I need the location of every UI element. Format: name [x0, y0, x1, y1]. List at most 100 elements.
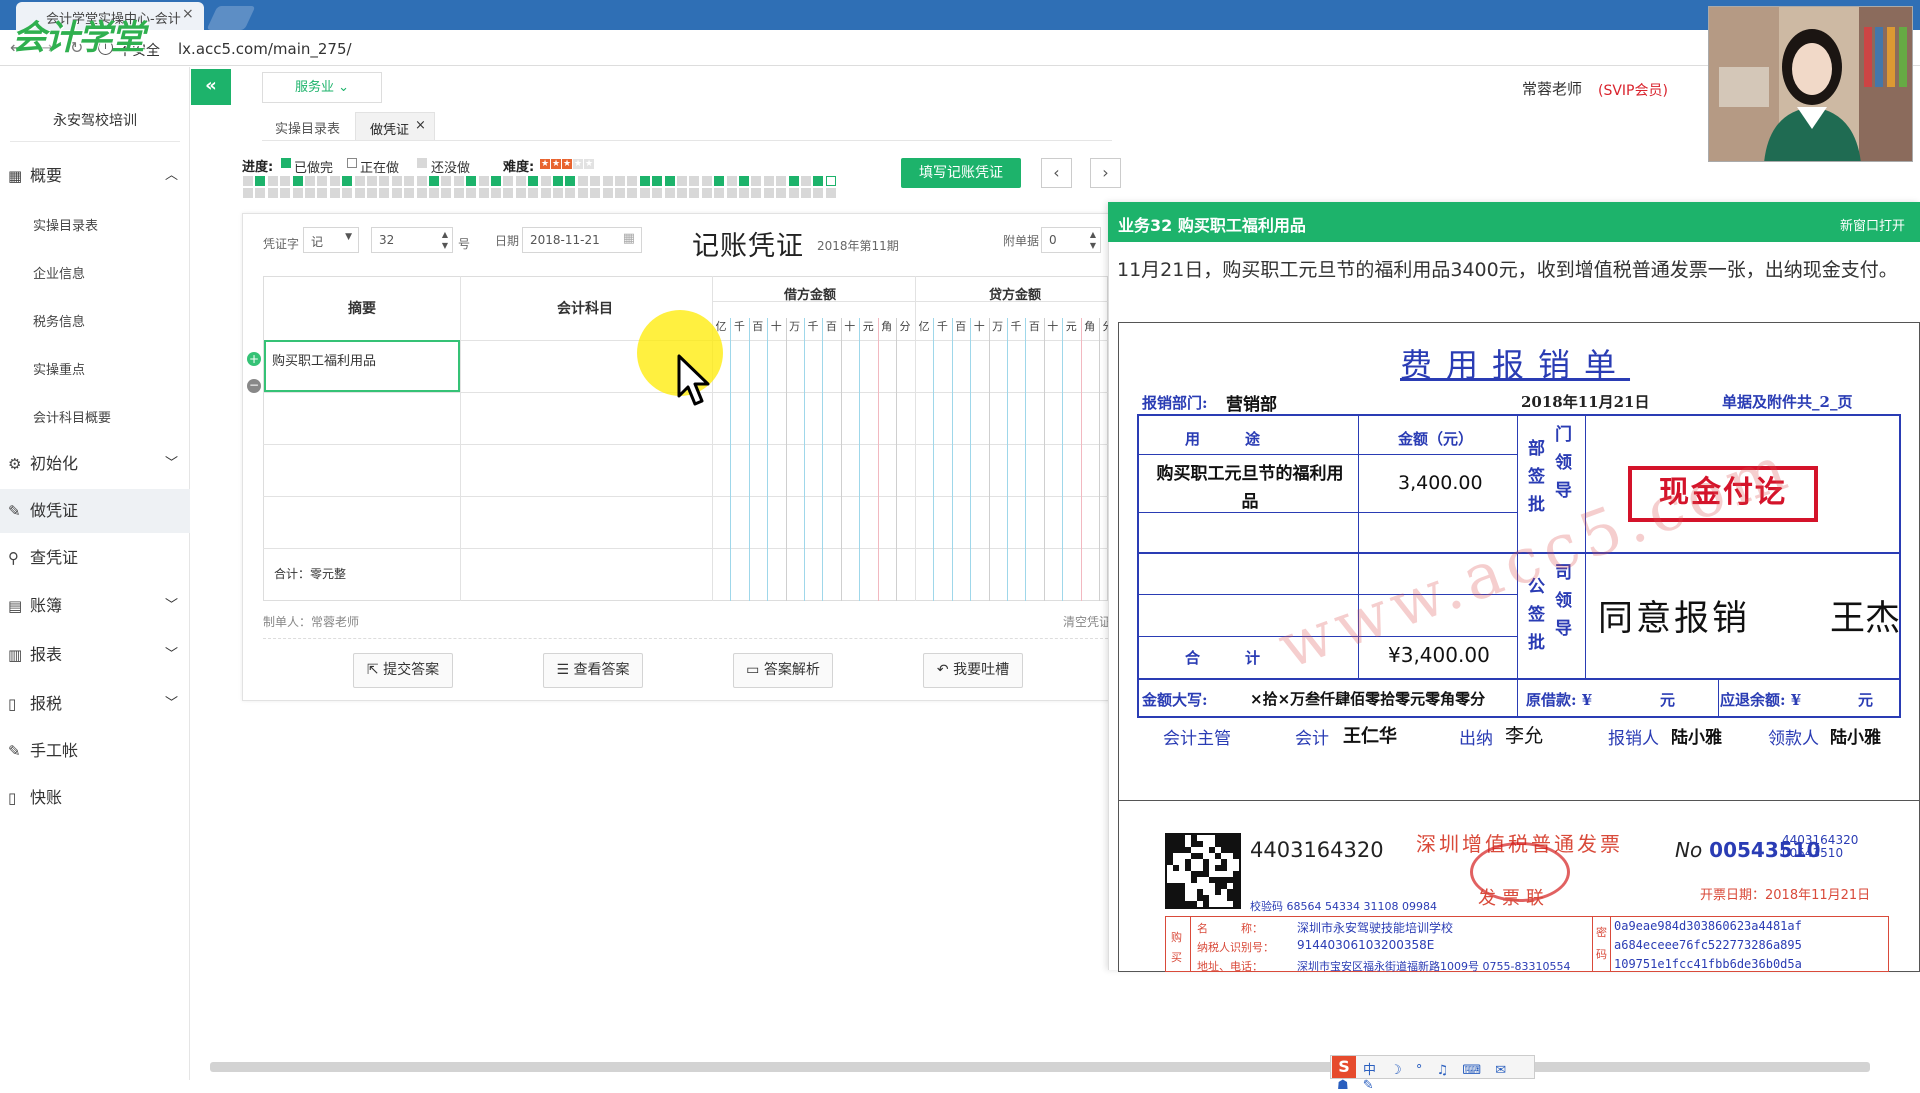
sidebar-subitem-keypoints[interactable]: 实操重点	[33, 359, 85, 378]
progress-cell[interactable]	[813, 188, 824, 198]
progress-cell[interactable]	[292, 176, 303, 186]
progress-cell[interactable]	[602, 176, 613, 186]
date-input[interactable]: 2018-11-21 ▦	[522, 227, 642, 253]
industry-select[interactable]: 服务业 ⌄	[262, 72, 382, 103]
voucher-word-select[interactable]: 记 ▼	[303, 227, 359, 253]
clear-voucher-link[interactable]: 清空凭证	[1063, 613, 1111, 630]
horizontal-scrollbar[interactable]	[210, 1062, 1870, 1072]
progress-cell[interactable]	[627, 176, 638, 186]
progress-cell[interactable]	[701, 176, 712, 186]
sidebar-item-tax-filing[interactable]: ▯ 报税 ﹀	[0, 682, 190, 726]
progress-cell[interactable]	[565, 176, 576, 186]
progress-cell[interactable]	[528, 188, 539, 198]
progress-cell[interactable]	[515, 176, 526, 186]
progress-cell[interactable]	[267, 176, 278, 186]
sidebar-subitem-catalog[interactable]: 实操目录表	[33, 215, 98, 234]
progress-cell[interactable]	[478, 176, 489, 186]
progress-cell[interactable]	[329, 176, 340, 186]
progress-cell[interactable]	[751, 188, 762, 198]
ime-toolbar[interactable]: 中 ☽ ° ♫ ⌨ ✉ ☗ ✎	[1330, 1055, 1535, 1093]
progress-cell[interactable]	[342, 188, 353, 198]
progress-cell[interactable]	[615, 188, 625, 198]
progress-cell[interactable]	[453, 176, 464, 186]
sidebar-item-quick[interactable]: ▯ 快账	[0, 776, 190, 820]
progress-cell[interactable]	[404, 188, 415, 198]
progress-cell[interactable]	[714, 188, 725, 198]
progress-cell[interactable]	[441, 188, 452, 198]
stepper-icon[interactable]: ▲ ▼	[1090, 229, 1096, 251]
progress-cell[interactable]	[602, 188, 613, 198]
progress-cell[interactable]	[615, 176, 625, 186]
new-window-link[interactable]: 新窗口打开	[1840, 215, 1905, 234]
progress-cell[interactable]	[453, 188, 464, 198]
progress-cell[interactable]	[577, 188, 588, 198]
sidebar-subitem-tax[interactable]: 税务信息	[33, 311, 85, 330]
progress-cell[interactable]	[590, 176, 601, 186]
progress-cell[interactable]	[664, 176, 675, 186]
progress-cell[interactable]	[540, 188, 551, 198]
sidebar-item-make-voucher[interactable]: ✎ 做凭证	[0, 489, 190, 533]
sogou-icon[interactable]: S	[1332, 1056, 1356, 1078]
progress-cell[interactable]	[639, 188, 650, 198]
summary-input[interactable]: 购买职工福利用品	[264, 340, 460, 392]
calendar-icon[interactable]: ▦	[623, 231, 635, 246]
tab-close-icon[interactable]: ×	[182, 6, 194, 22]
progress-cell[interactable]	[652, 176, 663, 186]
progress-cell[interactable]	[565, 188, 576, 198]
progress-cell[interactable]	[577, 176, 588, 186]
progress-cell[interactable]	[652, 188, 663, 198]
progress-cell[interactable]	[491, 188, 501, 198]
collapse-sidebar-button[interactable]: «	[191, 69, 231, 105]
progress-cell[interactable]	[317, 188, 328, 198]
prev-icon[interactable]: ‹	[1041, 158, 1072, 188]
progress-cell[interactable]	[292, 188, 303, 198]
progress-cell[interactable]	[590, 188, 601, 198]
progress-cell[interactable]	[776, 176, 787, 186]
progress-cell[interactable]	[367, 188, 377, 198]
stepper-icon[interactable]: ▲ ▼	[442, 229, 448, 251]
add-row-icon[interactable]: +	[247, 352, 261, 366]
progress-cell[interactable]	[528, 176, 539, 186]
progress-cell[interactable]	[354, 176, 365, 186]
progress-cell[interactable]	[726, 176, 737, 186]
progress-cell[interactable]	[813, 176, 824, 186]
progress-cell[interactable]	[342, 176, 353, 186]
progress-cell[interactable]	[515, 188, 526, 198]
progress-cell[interactable]	[243, 188, 253, 198]
progress-cell[interactable]	[491, 176, 501, 186]
progress-cell[interactable]	[788, 176, 799, 186]
progress-cell[interactable]	[553, 176, 563, 186]
progress-cell[interactable]	[305, 188, 315, 198]
sidebar-item-query-voucher[interactable]: ⚲ 查凭证	[0, 536, 190, 580]
sidebar-subitem-company[interactable]: 企业信息	[33, 263, 85, 282]
sidebar-item-reports[interactable]: ▥ 报表 ﹀	[0, 633, 190, 677]
view-answer-button[interactable]: ☰ 查看答案	[543, 653, 643, 688]
progress-cell[interactable]	[429, 188, 439, 198]
progress-cell[interactable]	[763, 176, 774, 186]
progress-cell[interactable]	[677, 188, 687, 198]
sidebar-item-overview[interactable]: ▦ 概要 ︿	[0, 154, 190, 198]
submit-answer-button[interactable]: ⇱ 提交答案	[353, 653, 453, 688]
progress-cell[interactable]	[416, 176, 427, 186]
progress-cell[interactable]	[354, 188, 365, 198]
tab-close-icon[interactable]: ×	[415, 118, 426, 133]
url-input[interactable]: lx.acc5.com/main_275/	[178, 40, 352, 58]
progress-cell[interactable]	[726, 188, 737, 198]
progress-cell[interactable]	[466, 176, 477, 186]
progress-cell[interactable]	[689, 176, 700, 186]
progress-cell[interactable]	[255, 188, 266, 198]
progress-cell[interactable]	[280, 188, 291, 198]
progress-cell[interactable]	[677, 176, 687, 186]
progress-cell[interactable]	[763, 188, 774, 198]
progress-cell[interactable]	[801, 176, 811, 186]
progress-cell[interactable]	[441, 176, 452, 186]
remove-row-icon[interactable]: −	[247, 379, 261, 393]
progress-cell[interactable]	[714, 176, 725, 186]
progress-cell[interactable]	[391, 176, 402, 186]
progress-cell[interactable]	[429, 176, 439, 186]
fill-voucher-button[interactable]: 填写记账凭证	[901, 158, 1021, 188]
sidebar-item-init[interactable]: ⚙ 初始化 ﹀	[0, 442, 190, 486]
progress-cell[interactable]	[751, 176, 762, 186]
progress-cell[interactable]	[739, 176, 749, 186]
sidebar-item-ledger[interactable]: ▤ 账簿 ﹀	[0, 584, 190, 628]
